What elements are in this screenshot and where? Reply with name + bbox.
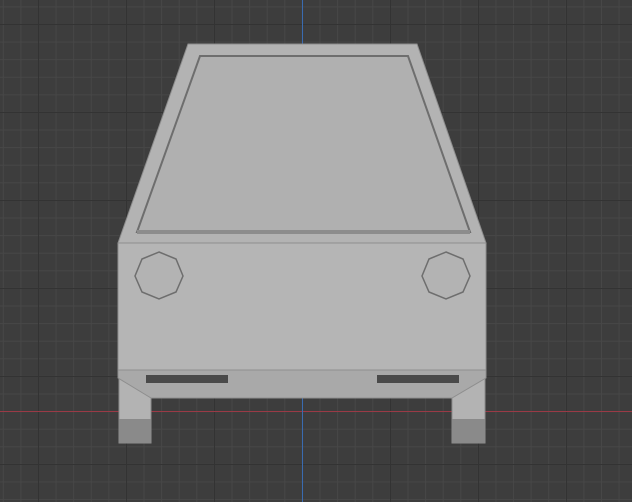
left-tire-shadow (119, 419, 151, 443)
car-model[interactable] (0, 0, 632, 502)
right-vent (377, 375, 459, 383)
front-bumper[interactable] (117, 369, 487, 399)
right-headlight[interactable] (421, 251, 471, 300)
left-vent (146, 375, 228, 383)
3d-viewport[interactable] (0, 0, 632, 502)
left-headlight[interactable] (134, 251, 184, 300)
right-tire-shadow (452, 419, 485, 443)
